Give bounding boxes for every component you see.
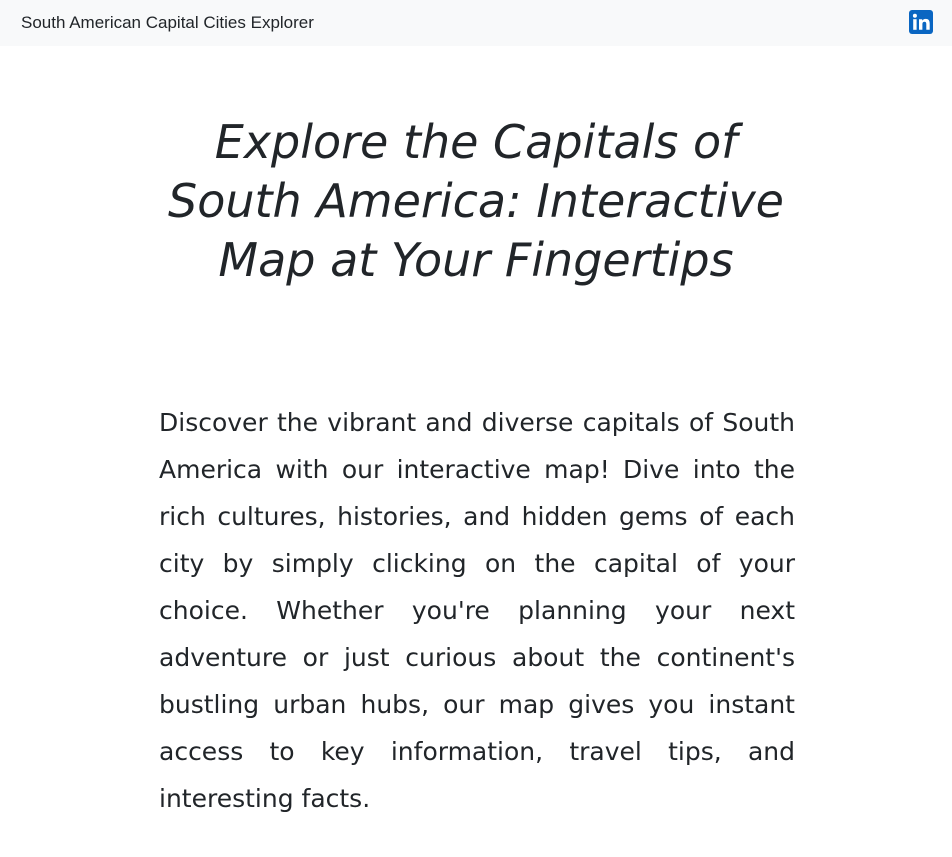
brand-link[interactable]: South American Capital Cities Explorer — [21, 0, 314, 46]
intro-paragraph: Discover the vibrant and diverse capital… — [159, 408, 795, 813]
page-title: Explore the Capitals of South America: I… — [168, 115, 784, 287]
top-navbar: South American Capital Cities Explorer — [0, 0, 952, 46]
linkedin-link[interactable] — [909, 10, 933, 34]
linkedin-icon — [909, 10, 933, 34]
